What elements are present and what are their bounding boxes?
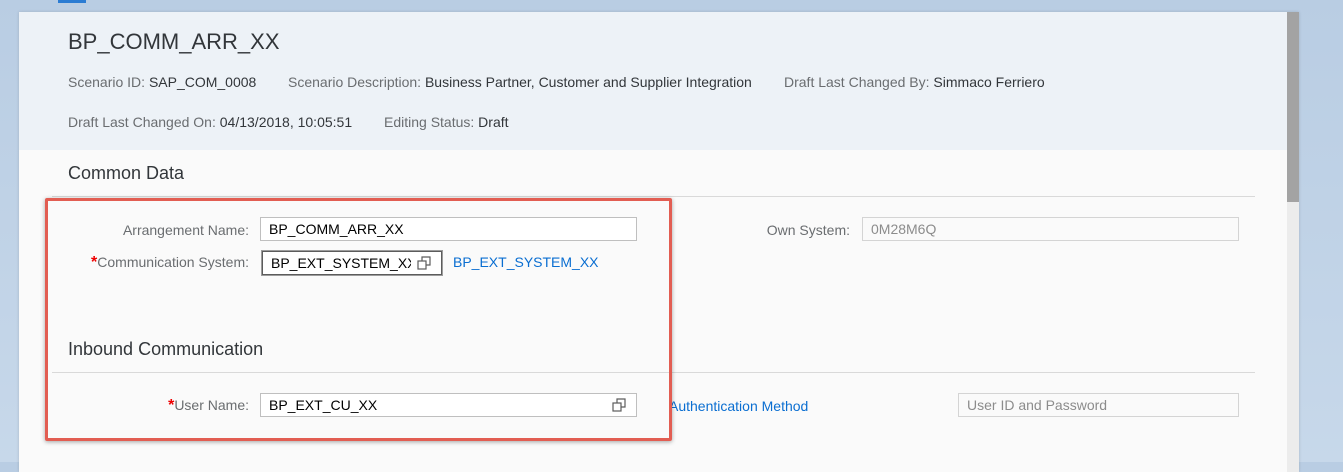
draft-changed-on-value: 04/13/2018, 10:05:51 bbox=[219, 114, 353, 130]
object-header: BP_COMM_ARR_XX Scenario ID: SAP_COM_0008… bbox=[19, 12, 1287, 150]
value-help-icon[interactable] bbox=[417, 256, 431, 270]
section-divider bbox=[52, 372, 1255, 373]
object-page: BP_COMM_ARR_XX Scenario ID: SAP_COM_0008… bbox=[19, 12, 1299, 472]
own-system-label: Own System: bbox=[766, 222, 850, 238]
section-divider bbox=[52, 196, 1255, 197]
user-name-input[interactable]: BP_EXT_CU_XX bbox=[260, 393, 637, 417]
arrangement-name-input[interactable]: BP_COMM_ARR_XX bbox=[260, 217, 637, 241]
header-attr-draft-changed-on: Draft Last Changed On: 04/13/2018, 10:05… bbox=[68, 114, 352, 130]
own-system-field: 0M28M6Q bbox=[862, 217, 1239, 241]
scrollbar-thumb[interactable] bbox=[1287, 12, 1299, 202]
draft-changed-by-value: Simmaco Ferriero bbox=[933, 74, 1045, 90]
authentication-method-link[interactable]: Authentication Method bbox=[669, 398, 808, 414]
authentication-method-field: User ID and Password bbox=[958, 393, 1239, 417]
header-attr-scenario-description: Scenario Description: Business Partner, … bbox=[288, 74, 752, 90]
draft-changed-on-label: Draft Last Changed On: bbox=[68, 114, 216, 130]
scenario-description-value: Business Partner, Customer and Supplier … bbox=[424, 74, 752, 90]
section-title-inbound-communication: Inbound Communication bbox=[68, 339, 264, 359]
scenario-description-label: Scenario Description: bbox=[288, 74, 422, 90]
page-title: BP_COMM_ARR_XX bbox=[68, 29, 280, 54]
scenario-id-value: SAP_COM_0008 bbox=[148, 74, 257, 90]
draft-changed-by-label: Draft Last Changed By: bbox=[784, 74, 930, 90]
header-attr-draft-changed-by: Draft Last Changed By: Simmaco Ferriero bbox=[784, 74, 1045, 90]
section-title-common-data: Common Data bbox=[68, 163, 185, 183]
communication-system-input[interactable]: BP_EXT_SYSTEM_XX bbox=[262, 251, 442, 275]
editing-status-label: Editing Status: bbox=[384, 114, 475, 130]
header-attr-scenario-id: Scenario ID: SAP_COM_0008 bbox=[68, 74, 256, 90]
scenario-id-label: Scenario ID: bbox=[68, 74, 146, 90]
user-name-label: *User Name: bbox=[168, 397, 249, 414]
arrangement-name-label: Arrangement Name: bbox=[122, 222, 249, 238]
vertical-scrollbar[interactable] bbox=[1287, 12, 1299, 472]
top-tab-indicator bbox=[58, 0, 86, 3]
communication-system-link[interactable]: BP_EXT_SYSTEM_XX bbox=[453, 254, 599, 270]
communication-system-label: *Communication System: bbox=[91, 254, 249, 271]
value-help-icon[interactable] bbox=[612, 398, 626, 412]
editing-status-value: Draft bbox=[478, 114, 509, 130]
header-attr-editing-status: Editing Status: Draft bbox=[384, 114, 509, 130]
